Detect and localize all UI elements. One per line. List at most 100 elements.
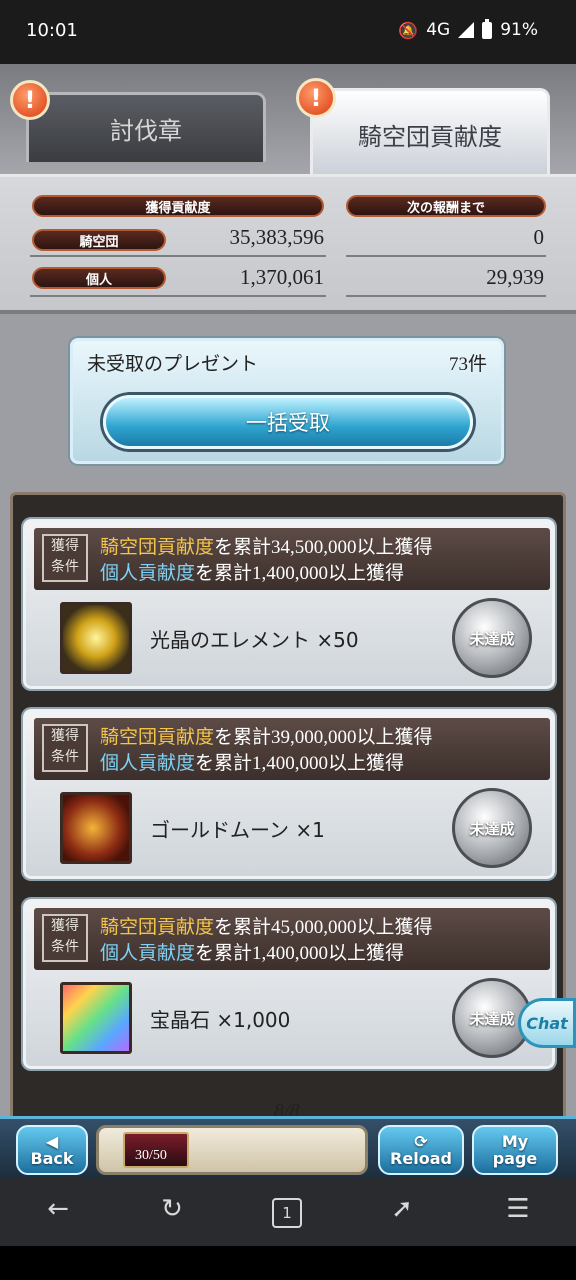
alert-icon: !	[296, 78, 336, 118]
condition-text: を累計	[214, 537, 272, 558]
divider	[346, 255, 546, 257]
back-button[interactable]: ◀ Back	[16, 1125, 88, 1175]
signal-icon	[458, 22, 475, 38]
mypage-label: page	[492, 1149, 538, 1168]
crew-next-value: 0	[533, 225, 545, 249]
personal-next-value: 29,939	[486, 265, 544, 289]
condition-text: 以上獲得	[356, 727, 433, 748]
gold-moon-icon[interactable]	[60, 792, 132, 864]
unclaimed-presents-label: 未受取のプレゼント	[87, 353, 259, 375]
unclaimed-presents-panel: 未受取のプレゼント 73件 一括受取	[70, 338, 504, 464]
condition-badge: 獲得 条件	[42, 534, 88, 582]
element-crystal-icon[interactable]	[60, 602, 132, 674]
reload-button[interactable]: ⟳ Reload	[378, 1125, 464, 1175]
condition-highlight: 個人貢献度	[100, 563, 196, 584]
condition-line: 個人貢献度を累計1,400,000以上獲得	[100, 938, 404, 965]
battery-level: 91%	[500, 20, 538, 40]
condition-number: 1,400,000	[252, 943, 329, 964]
ap-value: 30/50	[135, 1148, 167, 1163]
rocket-icon[interactable]: ➚	[382, 1194, 422, 1224]
game-viewport: 討伐章 ! 騎空団貢献度 ! 獲得貢献度 次の報酬まで 騎空団 35,383,5…	[0, 64, 576, 1178]
condition-line: 個人貢献度を累計1,400,000以上獲得	[100, 558, 404, 585]
mypage-button[interactable]: My page	[472, 1125, 558, 1175]
condition-highlight: 騎空団貢献度	[100, 917, 215, 938]
condition-text: を累計	[195, 753, 253, 774]
condition-text: を累計	[214, 727, 272, 748]
status-bar: 10:01 🔕 4G 91%	[0, 0, 576, 64]
tab-subjugation[interactable]: 討伐章	[26, 92, 266, 162]
chat-button[interactable]: Chat	[518, 998, 576, 1048]
status-not-achieved-button[interactable]: 未達成	[452, 598, 532, 678]
reload-label: Reload	[390, 1149, 452, 1168]
network-label: 4G	[426, 20, 451, 40]
back-icon: ◀	[45, 1132, 59, 1151]
condition-highlight: 騎空団貢献度	[100, 727, 215, 748]
claim-all-button[interactable]: 一括受取	[103, 395, 473, 449]
claim-all-label: 一括受取	[246, 411, 330, 435]
reward-card: 獲得 条件 騎空団貢献度を累計45,000,000以上獲得 個人貢献度を累計1,…	[23, 899, 555, 1069]
condition-bar: 獲得 条件 騎空団貢献度を累計34,500,000以上獲得 個人貢献度を累計1,…	[34, 528, 550, 590]
reward-item-name: 光晶のエレメント ×50	[150, 628, 359, 652]
condition-number: 1,400,000	[252, 563, 329, 584]
condition-bar: 獲得 条件 騎空団貢献度を累計39,000,000以上獲得 個人貢献度を累計1,…	[34, 718, 550, 780]
reward-item-name: 宝晶石 ×1,000	[150, 1008, 291, 1032]
header-next-reward: 次の報酬まで	[346, 195, 546, 217]
badge-text: 獲得	[51, 538, 79, 554]
condition-number: 34,500,000	[271, 537, 357, 558]
tab-label: 討伐章	[110, 118, 182, 145]
divider	[30, 295, 326, 297]
notifications-muted-icon: 🔕	[398, 20, 419, 40]
status-not-achieved-button[interactable]: 未達成	[452, 788, 532, 868]
header-acquired: 獲得貢献度	[32, 195, 324, 217]
tab-bar: 討伐章 ! 騎空団貢献度 !	[0, 64, 576, 178]
condition-text: 以上獲得	[328, 943, 405, 964]
ap-gauge: 30/50	[96, 1125, 368, 1175]
refresh-icon[interactable]: ↻	[152, 1194, 192, 1224]
browser-toolbar: ← ↻ 1 ➚ ☰	[0, 1178, 576, 1246]
alert-icon: !	[10, 80, 50, 120]
back-arrow-icon[interactable]: ←	[38, 1194, 78, 1224]
condition-text: 以上獲得	[356, 537, 433, 558]
battery-icon	[482, 18, 493, 39]
badge-text: 条件	[51, 559, 79, 575]
unclaimed-presents-count: 73件	[448, 354, 487, 375]
crystal-gem-icon[interactable]	[60, 982, 132, 1054]
condition-highlight: 騎空団貢献度	[100, 537, 215, 558]
game-bottom-bar: ◀ Back 30/50 ⟳ Reload My page	[0, 1116, 576, 1178]
tab-crew-contribution[interactable]: 騎空団貢献度	[310, 88, 550, 178]
condition-text: 以上獲得	[328, 753, 405, 774]
condition-text: を累計	[195, 563, 253, 584]
condition-badge: 獲得 条件	[42, 914, 88, 962]
contribution-stats: 獲得貢献度 次の報酬まで 騎空団 35,383,596 0 個人 1,370,0…	[0, 174, 576, 314]
badge-text: 獲得	[51, 728, 79, 744]
condition-highlight: 個人貢献度	[100, 753, 196, 774]
reward-card: 獲得 条件 騎空団貢献度を累計34,500,000以上獲得 個人貢献度を累計1,…	[23, 519, 555, 689]
reward-list[interactable]: 獲得 条件 騎空団貢献度を累計34,500,000以上獲得 個人貢献度を累計1,…	[10, 492, 566, 1178]
personal-acquired-value: 1,370,061	[240, 265, 324, 289]
badge-text: 獲得	[51, 918, 79, 934]
condition-badge: 獲得 条件	[42, 724, 88, 772]
reward-card: 獲得 条件 騎空団貢献度を累計39,000,000以上獲得 個人貢献度を累計1,…	[23, 709, 555, 879]
badge-text: 条件	[51, 749, 79, 765]
reward-item-name: ゴールドムーン ×1	[150, 818, 325, 842]
back-label: Back	[30, 1149, 74, 1168]
condition-text: 以上獲得	[356, 917, 433, 938]
condition-line: 騎空団貢献度を累計39,000,000以上獲得	[100, 722, 433, 749]
gesture-bar	[0, 1246, 576, 1280]
row-label-crew: 騎空団	[32, 229, 166, 251]
condition-line: 騎空団貢献度を累計34,500,000以上獲得	[100, 532, 433, 559]
tab-switcher-button[interactable]: 1	[272, 1198, 302, 1228]
divider	[346, 295, 546, 297]
condition-text: を累計	[214, 917, 272, 938]
divider	[30, 255, 326, 257]
menu-icon[interactable]: ☰	[498, 1194, 538, 1224]
condition-highlight: 個人貢献度	[100, 943, 196, 964]
condition-number: 45,000,000	[271, 917, 357, 938]
condition-number: 39,000,000	[271, 727, 357, 748]
crew-acquired-value: 35,383,596	[229, 225, 325, 249]
condition-text: 以上獲得	[328, 563, 405, 584]
clock: 10:01	[26, 20, 78, 41]
tab-label: 騎空団貢献度	[358, 124, 502, 151]
condition-bar: 獲得 条件 騎空団貢献度を累計45,000,000以上獲得 個人貢献度を累計1,…	[34, 908, 550, 970]
mypage-label: My	[501, 1132, 529, 1151]
